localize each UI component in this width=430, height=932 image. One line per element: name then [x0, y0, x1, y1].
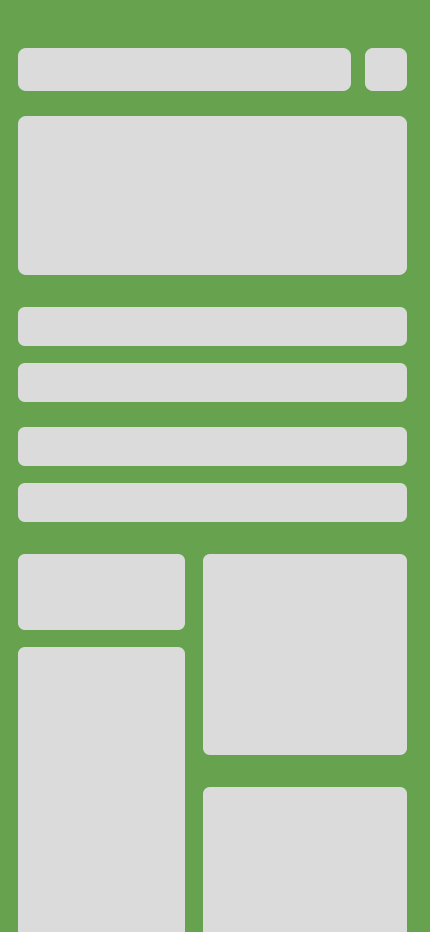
search-bar-placeholder[interactable] — [18, 48, 351, 91]
list-row-placeholder[interactable] — [18, 427, 407, 466]
grid-tile-placeholder[interactable] — [203, 787, 407, 932]
list-row-placeholder[interactable] — [18, 483, 407, 522]
list-row-placeholder[interactable] — [18, 363, 407, 402]
hero-card-placeholder — [18, 116, 407, 275]
list-row-placeholder[interactable] — [18, 307, 407, 346]
corner-button-placeholder[interactable] — [365, 48, 407, 91]
grid-tile-placeholder[interactable] — [18, 647, 185, 932]
grid-tile-placeholder[interactable] — [18, 554, 185, 630]
grid-tile-placeholder[interactable] — [203, 554, 407, 755]
skeleton-screen — [0, 0, 430, 932]
